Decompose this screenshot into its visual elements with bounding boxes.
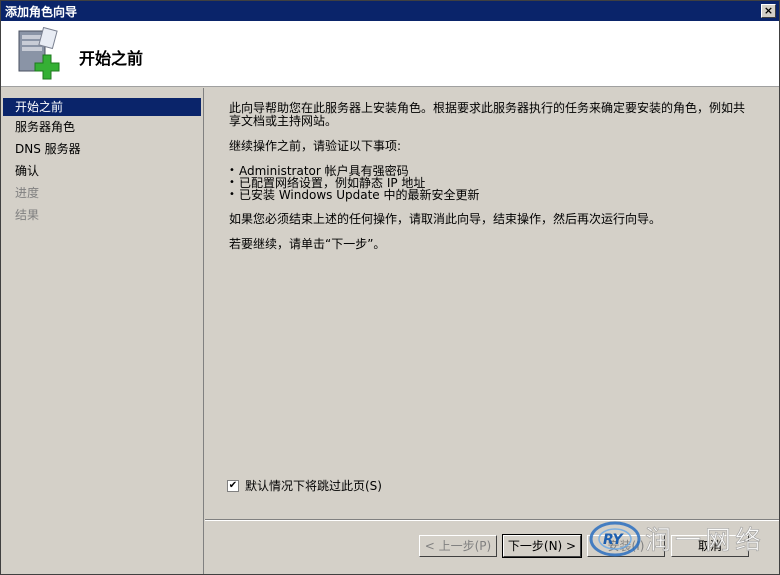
next-button[interactable]: 下一步(N) > <box>502 534 582 558</box>
skip-page-checkbox[interactable]: ✔ <box>227 479 239 492</box>
checklist: Administrator 帐户具有强密码 已配置网络设置，例如静态 IP 地址… <box>229 165 755 201</box>
cancel-note: 如果您必须结束上述的任何操作，请取消此向导，结束操作，然后再次运行向导。 <box>229 212 662 226</box>
sidebar-item-dns-server[interactable]: DNS 服务器 <box>1 138 203 160</box>
footer-divider <box>205 519 779 521</box>
cancel-button[interactable]: 取消 <box>671 535 749 557</box>
wizard-window: 添加角色向导 × 开始之前 开始之前 服务器角色 DNS 服务器 确认 进度 结… <box>0 0 780 575</box>
wizard-content: 此向导帮助您在此服务器上安装角色。根据要求此服务器执行的任务来确定要安装的角色，… <box>205 88 779 518</box>
server-add-icon <box>18 27 60 80</box>
wizard-buttons: < 上一步(P) 下一步(N) > 安装(I) 取消 <box>419 534 755 558</box>
list-item: 已安装 Windows Update 中的最新安全更新 <box>229 189 755 201</box>
wizard-steps-sidebar: 开始之前 服务器角色 DNS 服务器 确认 进度 结果 <box>1 88 204 574</box>
back-button: < 上一步(P) <box>419 535 497 557</box>
intro-text: 此向导帮助您在此服务器上安装角色。根据要求此服务器执行的任务来确定要安装的角色，… <box>229 101 746 128</box>
page-title: 开始之前 <box>79 49 144 68</box>
sidebar-item-progress: 进度 <box>15 186 40 200</box>
title-bar[interactable]: 添加角色向导 × <box>1 1 779 21</box>
sidebar-item-before-you-begin[interactable]: 开始之前 <box>3 98 201 116</box>
skip-page-label[interactable]: 默认情况下将跳过此页(S) <box>245 477 382 494</box>
sidebar-item-server-roles[interactable]: 服务器角色 <box>1 116 203 138</box>
verify-heading: 继续操作之前，请验证以下事项: <box>229 139 402 153</box>
continue-note: 若要继续，请单击“下一步”。 <box>229 237 386 251</box>
window-title: 添加角色向导 <box>5 4 78 19</box>
sidebar-item-confirmation[interactable]: 确认 <box>1 160 203 182</box>
install-button: 安装(I) <box>587 535 665 557</box>
skip-page-option[interactable]: ✔ 默认情况下将跳过此页(S) <box>227 477 382 494</box>
close-button[interactable]: × <box>761 4 776 18</box>
wizard-header: 开始之前 <box>1 21 779 87</box>
sidebar-item-results: 结果 <box>15 208 40 222</box>
